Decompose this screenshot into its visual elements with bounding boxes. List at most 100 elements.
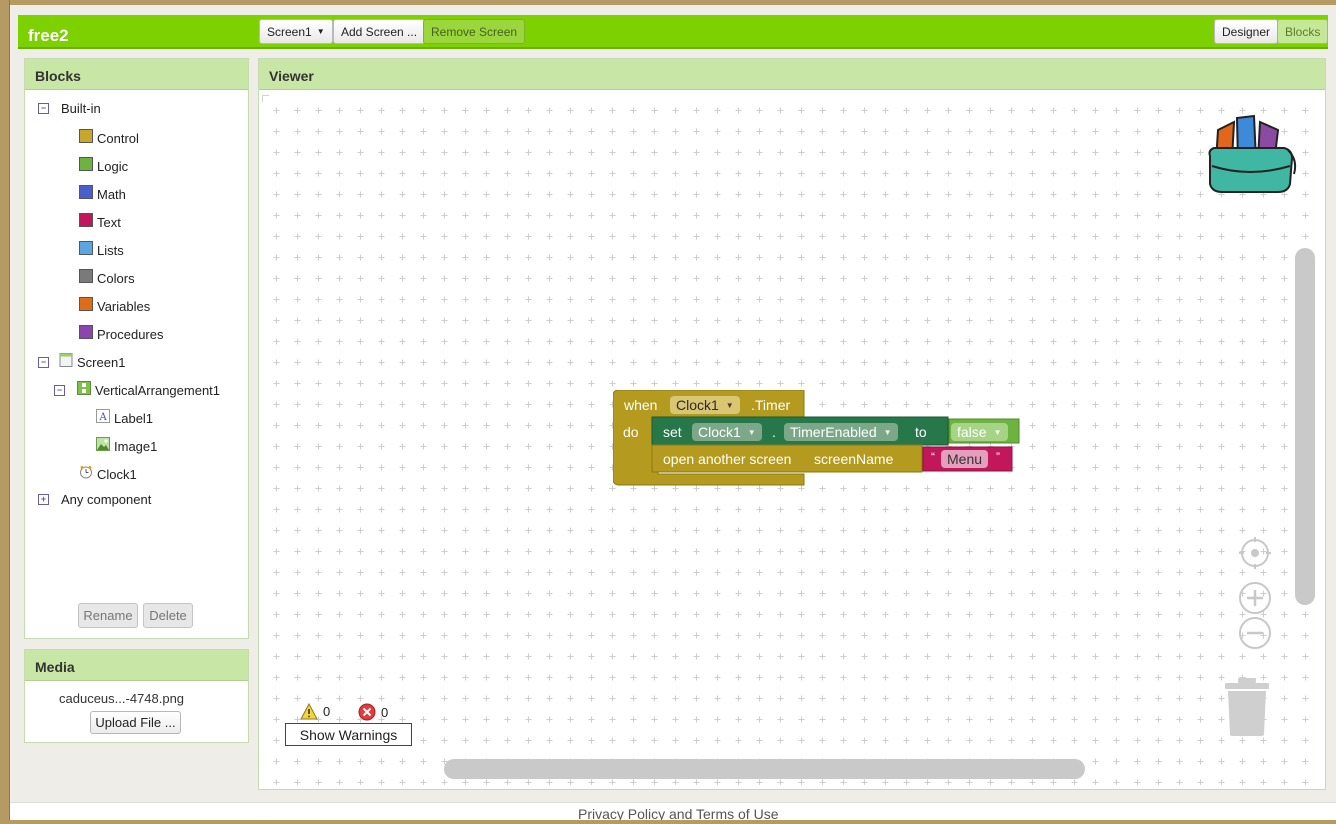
drawer-item-control[interactable]: Control xyxy=(79,128,139,146)
colors-color-swatch xyxy=(79,268,93,283)
tree-label: VerticalArrangement1 xyxy=(95,383,221,398)
project-title: free2 xyxy=(28,26,69,45)
drawer-label: Text xyxy=(97,215,121,230)
drawer-label: Logic xyxy=(97,159,129,174)
backpack-icon[interactable] xyxy=(1204,110,1298,196)
window-frame-left xyxy=(0,0,10,824)
tree-label: Any component xyxy=(61,492,152,507)
text-value-field[interactable]: Menu xyxy=(941,450,989,468)
warnings-count: 0 xyxy=(323,704,331,719)
delete-button[interactable]: Delete xyxy=(143,603,193,628)
drawer-label: Variables xyxy=(97,299,151,314)
blocks-button[interactable]: Blocks xyxy=(1277,19,1329,44)
property-dropdown[interactable]: TimerEnabled ▼ xyxy=(784,423,898,441)
tree-item-image1[interactable]: Image1 xyxy=(96,436,158,454)
vertical-scrollbar[interactable] xyxy=(1295,248,1315,605)
drawer-label: Colors xyxy=(97,271,135,286)
dropdown-arrow-icon: ▼ xyxy=(993,427,1002,437)
drawer-item-colors[interactable]: Colors xyxy=(79,268,135,286)
add-screen-button[interactable]: Add Screen ... xyxy=(333,19,426,44)
media-file-item[interactable]: caduceus...-4748.png xyxy=(59,691,184,706)
warnings-indicator: 0 xyxy=(300,703,330,720)
set-label: set xyxy=(663,424,682,440)
dropdown-arrow-icon: ▼ xyxy=(883,427,892,437)
boolean-dropdown[interactable]: false ▼ xyxy=(951,423,1008,441)
designer-button[interactable]: Designer xyxy=(1214,19,1279,44)
screen-name-param-label: screenName xyxy=(814,451,894,467)
dropdown-value: Clock1 xyxy=(676,397,719,413)
setter-component-dropdown[interactable]: Clock1 ▼ xyxy=(692,423,762,441)
error-icon xyxy=(358,703,376,721)
drawer-label: Procedures xyxy=(97,327,164,342)
open-screen-label: open another screen xyxy=(663,451,792,467)
vertical-arrangement-icon xyxy=(77,380,91,395)
show-warnings-button[interactable]: Show Warnings xyxy=(285,723,412,746)
drawer-item-math[interactable]: Math xyxy=(79,184,126,202)
event-name-label: .Timer xyxy=(751,397,791,413)
drawer-item-variables[interactable]: Variables xyxy=(79,296,151,314)
window-frame-bottom xyxy=(0,820,1336,824)
screen-select-dropdown[interactable]: Screen1 ▼ xyxy=(259,19,333,44)
event-component-dropdown[interactable]: Clock1 ▼ xyxy=(670,396,740,414)
drawer-item-logic[interactable]: Logic xyxy=(79,156,129,174)
drawer-item-text[interactable]: Text xyxy=(79,212,121,230)
top-toolbar: free2 Screen1 ▼ Add Screen ... Remove Sc… xyxy=(18,15,1329,49)
drawer-label: Lists xyxy=(97,243,124,258)
lists-color-swatch xyxy=(79,240,93,255)
when-label: when xyxy=(624,397,658,413)
dropdown-value: false xyxy=(957,424,987,440)
warning-icon xyxy=(300,703,318,720)
svg-text:A: A xyxy=(99,412,108,423)
errors-indicator: 0 xyxy=(358,703,388,721)
do-label: do xyxy=(623,424,639,440)
tree-item-label1[interactable]: A Label1 xyxy=(96,408,154,426)
tree-item-builtin[interactable]: − Built-in xyxy=(38,101,101,116)
tree-item-screen1[interactable]: − Screen1 xyxy=(38,352,126,370)
text-color-swatch xyxy=(79,212,93,227)
drawer-label: Control xyxy=(97,131,139,146)
tree-item-clock1[interactable]: Clock1 xyxy=(79,465,137,482)
drawer-item-lists[interactable]: Lists xyxy=(79,240,124,258)
procedures-color-swatch xyxy=(79,324,93,339)
rename-button[interactable]: Rename xyxy=(78,603,138,628)
dropdown-value: TimerEnabled xyxy=(790,424,877,440)
collapse-icon[interactable]: − xyxy=(54,385,65,396)
dropdown-caret-icon: ▼ xyxy=(316,27,325,36)
tree-label: Clock1 xyxy=(97,467,137,482)
logic-color-swatch xyxy=(79,156,93,171)
dropdown-value: Clock1 xyxy=(698,424,741,440)
dropdown-arrow-icon: ▼ xyxy=(725,400,734,410)
viewer-panel-title: Viewer xyxy=(259,59,1325,90)
collapse-icon[interactable]: − xyxy=(38,103,49,114)
errors-count: 0 xyxy=(381,704,389,720)
zoom-out-icon[interactable] xyxy=(1238,616,1272,650)
blocks-panel-title: Blocks xyxy=(25,59,248,90)
open-quote: “ xyxy=(931,450,935,464)
tree-item-verticalarrangement1[interactable]: − VerticalArrangement1 xyxy=(54,380,221,398)
screen-select-label: Screen1 xyxy=(267,24,312,39)
tree-item-any-component[interactable]: + Any component xyxy=(38,492,151,507)
remove-screen-button[interactable]: Remove Screen xyxy=(423,19,526,44)
tree-label: Built-in xyxy=(61,101,101,116)
clock-icon xyxy=(80,465,92,478)
drawer-label: Math xyxy=(97,187,126,202)
image-icon xyxy=(96,436,110,451)
tree-label: Label1 xyxy=(114,411,154,426)
trash-icon[interactable] xyxy=(1224,677,1270,737)
variables-color-swatch xyxy=(79,296,93,311)
tree-label: Screen1 xyxy=(77,355,126,370)
collapse-icon[interactable]: − xyxy=(38,357,49,368)
tree-label: Image1 xyxy=(114,439,158,454)
zoom-in-icon[interactable] xyxy=(1238,581,1272,615)
drawer-item-procedures[interactable]: Procedures xyxy=(79,324,164,342)
expand-icon[interactable]: + xyxy=(38,494,49,505)
upload-file-button[interactable]: Upload File ... xyxy=(90,711,181,734)
horizontal-scrollbar[interactable] xyxy=(444,759,1085,779)
dropdown-arrow-icon: ▼ xyxy=(747,427,756,437)
screen-icon xyxy=(59,352,73,367)
to-label: to xyxy=(915,424,927,440)
math-color-swatch xyxy=(79,184,93,199)
close-quote: ” xyxy=(996,450,1000,464)
control-color-swatch xyxy=(79,128,93,143)
recenter-icon[interactable] xyxy=(1238,536,1272,570)
